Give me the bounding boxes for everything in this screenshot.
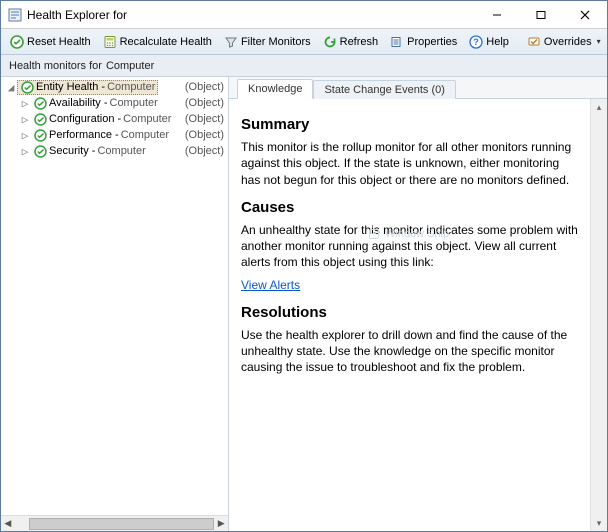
tree-node-name: Security -	[49, 145, 95, 157]
scroll-up-arrow[interactable]: ▴	[592, 99, 607, 115]
refresh-button[interactable]: Refresh	[318, 33, 384, 51]
button-label: Help	[486, 36, 509, 48]
tree-node-name: Entity Health -	[36, 81, 105, 93]
tab-knowledge[interactable]: Knowledge	[237, 79, 313, 99]
health-ok-icon	[20, 80, 34, 94]
tree-row[interactable]: ▷Performance - Computer(Object)	[1, 127, 228, 143]
filter-monitors-button[interactable]: Filter Monitors	[219, 33, 316, 51]
properties-button[interactable]: Properties	[385, 33, 462, 51]
tree-row[interactable]: ▷Configuration - Computer(Object)	[1, 111, 228, 127]
heading-summary: Summary	[241, 115, 578, 135]
health-ok-icon	[33, 96, 47, 110]
button-label: Refresh	[340, 36, 379, 48]
titlebar: Health Explorer for	[1, 1, 607, 29]
window-title: Health Explorer for	[27, 8, 475, 22]
tree-node-label-box: Availability - Computer	[31, 96, 160, 111]
overrides-icon	[527, 35, 541, 49]
vertical-scrollbar[interactable]: ▴ ▾	[590, 99, 607, 531]
help-button[interactable]: ? Help	[464, 33, 514, 51]
health-ok-icon	[33, 112, 47, 126]
monitor-tree[interactable]: ◢Entity Health - Computer(Object)▷Availa…	[1, 77, 228, 515]
expand-toggle-icon[interactable]: ▷	[19, 130, 31, 141]
heading-causes: Causes	[241, 198, 578, 218]
funnel-icon	[224, 35, 238, 49]
button-label: Recalculate Health	[120, 36, 212, 48]
heading-resolutions: Resolutions	[241, 303, 578, 323]
tree-node-label-box: Security - Computer	[31, 144, 148, 159]
resolutions-text: Use the health explorer to drill down an…	[241, 327, 578, 376]
tab-strip: Knowledge State Change Events (0)	[229, 77, 607, 99]
main-split: ◢Entity Health - Computer(Object)▷Availa…	[1, 77, 607, 531]
overrides-button[interactable]: Overrides ▾	[522, 33, 606, 51]
scroll-right-arrow[interactable]: ▶	[214, 517, 228, 531]
button-label: Reset Health	[27, 36, 91, 48]
tree-node-name: Availability -	[49, 97, 108, 109]
app-icon	[7, 7, 23, 23]
tree-node-type: (Object)	[185, 113, 224, 125]
scroll-down-arrow[interactable]: ▾	[592, 515, 607, 531]
tree-node-label-box: Configuration - Computer	[31, 112, 173, 127]
causes-text: An unhealthy state for this monitor indi…	[241, 222, 578, 271]
context-target: Computer	[106, 60, 154, 72]
button-label: Filter Monitors	[241, 36, 311, 48]
tree-node-target: Computer	[107, 81, 155, 93]
tree-node-type: (Object)	[185, 97, 224, 109]
expand-toggle-icon[interactable]: ▷	[19, 146, 31, 157]
scroll-left-arrow[interactable]: ◀	[1, 517, 15, 531]
tree-row[interactable]: ◢Entity Health - Computer(Object)	[1, 79, 228, 95]
context-bar: Health monitors for Computer	[1, 55, 607, 77]
recalculate-health-button[interactable]: Recalculate Health	[98, 33, 217, 51]
svg-text:?: ?	[474, 37, 480, 47]
tree-node-target: Computer	[110, 97, 158, 109]
content-scroll-area: Summary This monitor is the rollup monit…	[229, 99, 607, 531]
tab-state-change-events[interactable]: State Change Events (0)	[313, 80, 455, 99]
tree-node-target: Computer	[97, 145, 145, 157]
expand-toggle-icon[interactable]: ◢	[5, 82, 17, 93]
tab-label: Knowledge	[248, 83, 302, 95]
scroll-thumb[interactable]	[29, 518, 215, 530]
context-prefix: Health monitors for	[9, 60, 102, 72]
reset-health-button[interactable]: Reset Health	[5, 33, 96, 51]
tree-node-type: (Object)	[185, 81, 224, 93]
properties-icon	[390, 35, 404, 49]
tree-node-label-box: Entity Health - Computer	[17, 80, 158, 95]
tree-row[interactable]: ▷Security - Computer(Object)	[1, 143, 228, 159]
content-panel: Knowledge State Change Events (0) Summar…	[229, 77, 607, 531]
maximize-button[interactable]	[519, 1, 563, 29]
button-label: Properties	[407, 36, 457, 48]
button-label: Overrides	[544, 36, 592, 48]
window-root: Health Explorer for Reset Health Recal	[0, 0, 608, 532]
view-alerts-link[interactable]: View Alerts	[241, 278, 300, 292]
tree-node-name: Performance -	[49, 129, 119, 141]
knowledge-body: Summary This monitor is the rollup monit…	[229, 99, 590, 531]
minimize-button[interactable]	[475, 1, 519, 29]
expand-toggle-icon[interactable]: ▷	[19, 114, 31, 125]
health-ok-icon	[33, 128, 47, 142]
tree-node-type: (Object)	[185, 145, 224, 157]
summary-text: This monitor is the rollup monitor for a…	[241, 139, 578, 188]
health-ok-icon	[33, 144, 47, 158]
toolbar: Reset Health Recalculate Health Filter M…	[1, 29, 607, 55]
tab-label: State Change Events (0)	[324, 84, 444, 96]
refresh-icon	[323, 35, 337, 49]
tree-panel: ◢Entity Health - Computer(Object)▷Availa…	[1, 77, 229, 531]
tree-node-target: Computer	[121, 129, 169, 141]
chevron-down-icon: ▾	[597, 37, 601, 46]
check-circle-icon	[10, 35, 24, 49]
tree-node-target: Computer	[123, 113, 171, 125]
horizontal-scrollbar[interactable]: ◀ ▶	[1, 515, 228, 531]
close-button[interactable]	[563, 1, 607, 29]
calculator-icon	[103, 35, 117, 49]
tree-row[interactable]: ▷Availability - Computer(Object)	[1, 95, 228, 111]
window-controls	[475, 1, 607, 28]
help-icon: ?	[469, 35, 483, 49]
tree-node-label-box: Performance - Computer	[31, 128, 171, 143]
tree-node-type: (Object)	[185, 129, 224, 141]
tree-node-name: Configuration -	[49, 113, 121, 125]
expand-toggle-icon[interactable]: ▷	[19, 98, 31, 109]
